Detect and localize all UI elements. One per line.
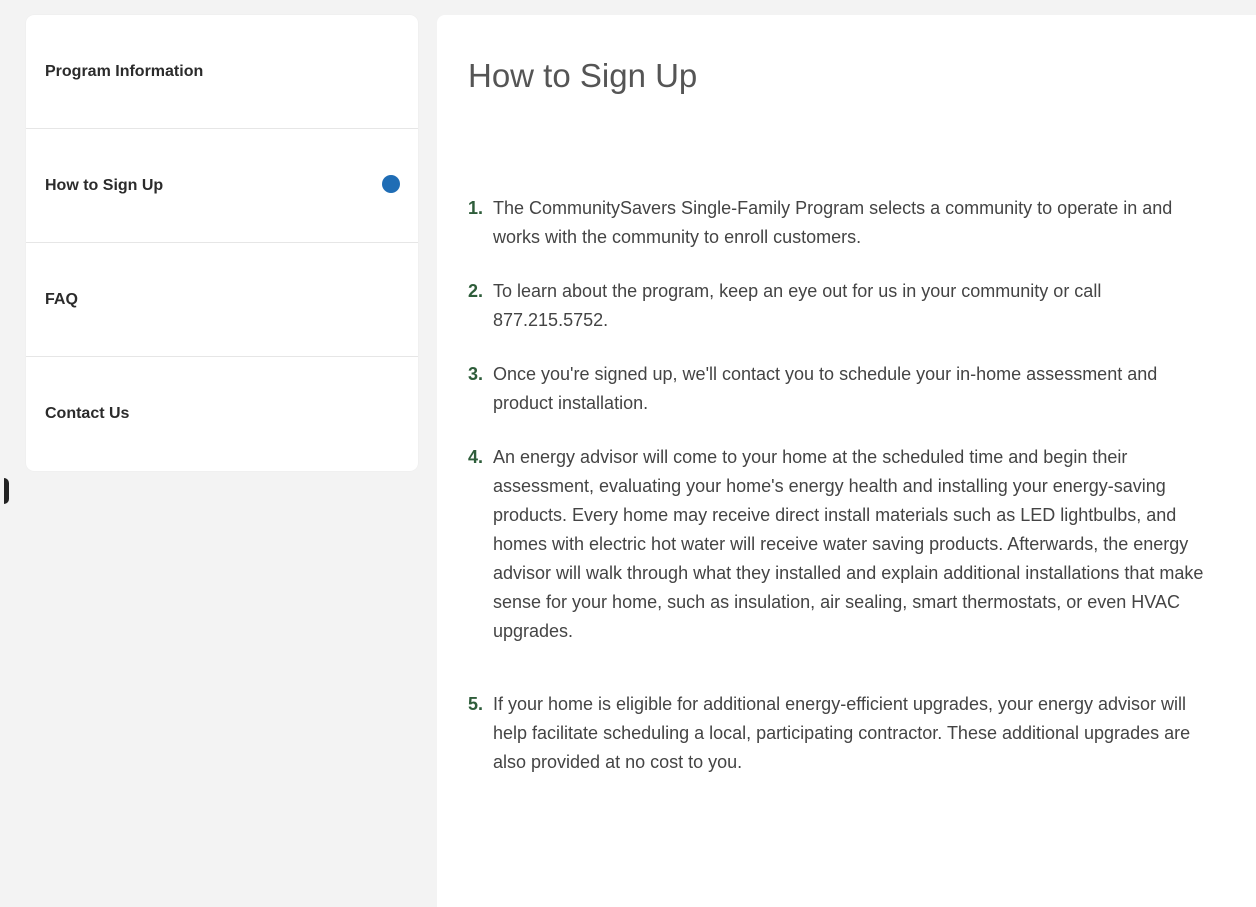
signup-steps-list: 1. The CommunitySavers Single-Family Pro…	[468, 194, 1213, 802]
sidebar-item-contact-us[interactable]: Contact Us	[26, 357, 418, 471]
sidebar-item-label: Program Information	[45, 62, 204, 80]
step-number: 5.	[468, 694, 484, 714]
list-item: 5. If your home is eligible for addition…	[468, 690, 1213, 777]
step-number: 3.	[468, 364, 484, 384]
sidebar-nav: Program Information How to Sign Up FAQ C…	[26, 15, 418, 471]
step-text: If your home is eligible for additional …	[493, 694, 1191, 772]
list-item: 2. To learn about the program, keep an e…	[468, 277, 1213, 335]
step-text: To learn about the program, keep an eye …	[493, 281, 1102, 330]
step-text: Once you're signed up, we'll contact you…	[493, 364, 1158, 413]
main-content: How to Sign Up 1. The CommunitySavers Si…	[437, 15, 1256, 907]
step-number: 1.	[468, 198, 484, 218]
sidebar-item-program-information[interactable]: Program Information	[26, 15, 418, 129]
list-item: 4. An energy advisor will come to your h…	[468, 443, 1213, 646]
step-number: 2.	[468, 281, 484, 301]
sidebar-item-label: FAQ	[45, 290, 78, 308]
step-text: An energy advisor will come to your home…	[493, 447, 1204, 641]
step-text: The CommunitySavers Single-Family Progra…	[493, 198, 1173, 247]
sidebar-item-label: How to Sign Up	[45, 176, 164, 194]
sidebar-item-label: Contact Us	[45, 405, 130, 422]
list-item: 1. The CommunitySavers Single-Family Pro…	[468, 194, 1213, 252]
sidebar-item-how-to-sign-up[interactable]: How to Sign Up	[26, 129, 418, 243]
sidebar-item-faq[interactable]: FAQ	[26, 243, 418, 357]
list-item: 3. Once you're signed up, we'll contact …	[468, 360, 1213, 418]
edge-tab-handle[interactable]	[4, 478, 9, 504]
active-indicator-dot-icon	[382, 174, 400, 193]
step-number: 4.	[468, 447, 484, 467]
page-title: How to Sign Up	[468, 57, 698, 94]
